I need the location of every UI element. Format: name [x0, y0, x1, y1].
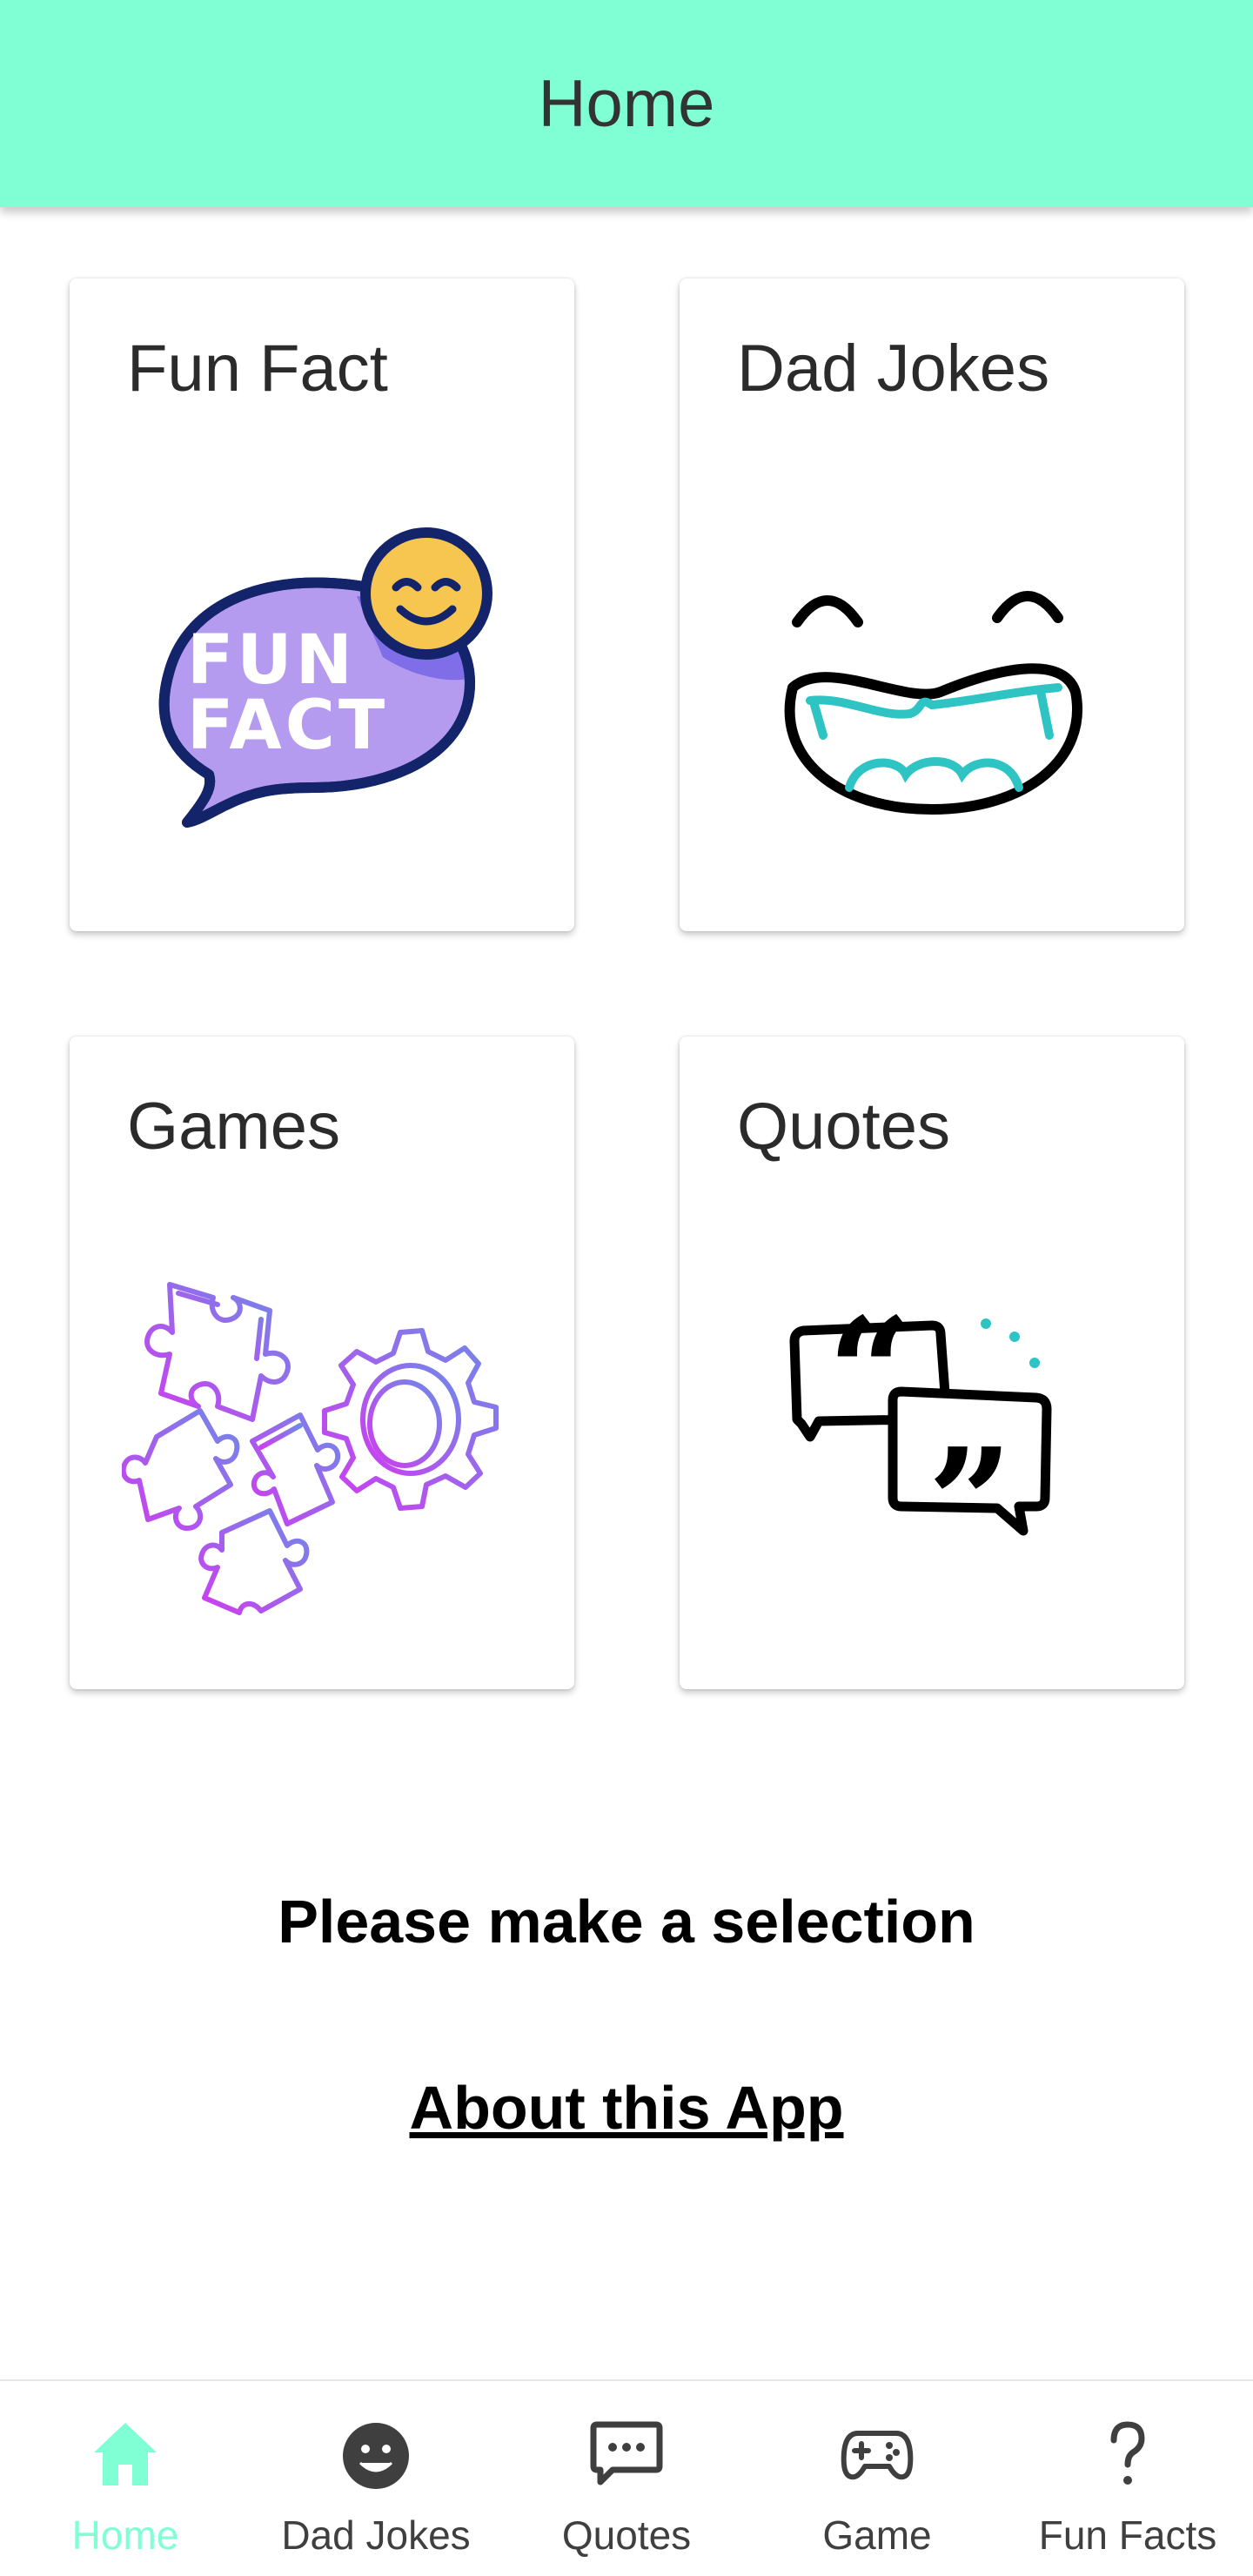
card-title: Quotes: [737, 1090, 951, 1164]
nav-label-fun-facts: Fun Facts: [1038, 2512, 1217, 2558]
nav-item-game[interactable]: Game: [752, 2381, 1002, 2576]
nav-label-quotes: Quotes: [561, 2512, 692, 2558]
smiley-face-icon: [343, 2423, 409, 2489]
fun-fact-bubble-icon: FUN FACT: [158, 527, 492, 828]
nav-label-dad-jokes: Dad Jokes: [281, 2512, 471, 2558]
bottom-navigation: Home Dad Jokes Quotes Game Fun Facts: [0, 2379, 1253, 2576]
page-title: Home: [538, 66, 715, 141]
card-title: Fun Fact: [127, 332, 388, 406]
gamepad-icon: [841, 2431, 914, 2480]
nav-label-home: Home: [71, 2512, 179, 2558]
nav-item-fun-facts[interactable]: Fun Facts: [1002, 2381, 1253, 2576]
selection-prompt: Please make a selection: [278, 1888, 975, 1955]
puzzle-gear-icon: [122, 1282, 499, 1615]
fun-fact-card[interactable]: Fun Fact FUN FACT: [70, 278, 574, 931]
question-mark-icon: [1110, 2421, 1145, 2485]
nav-label-game: Game: [822, 2512, 932, 2558]
laughing-face-icon: [784, 591, 1082, 815]
about-app-link[interactable]: About this App: [0, 2073, 1253, 2143]
dad-jokes-card[interactable]: Dad Jokes: [680, 278, 1184, 931]
card-title: Dad Jokes: [737, 332, 1050, 406]
card-title: Games: [127, 1090, 340, 1164]
svg-text:”: ”: [928, 1416, 1013, 1590]
app-bar: Home: [0, 0, 1253, 207]
games-card[interactable]: Games: [70, 1036, 574, 1689]
nav-item-home[interactable]: Home: [0, 2381, 251, 2576]
quotes-card[interactable]: Quotes “ ”: [680, 1036, 1184, 1689]
chat-bubble-icon: [590, 2421, 663, 2485]
quote-bubbles-icon: “ ”: [789, 1285, 1052, 1590]
home-icon: [94, 2423, 157, 2485]
nav-item-dad-jokes[interactable]: Dad Jokes: [251, 2381, 501, 2576]
fun-fact-badge-line2: FACT: [187, 687, 388, 765]
nav-item-quotes[interactable]: Quotes: [501, 2381, 752, 2576]
